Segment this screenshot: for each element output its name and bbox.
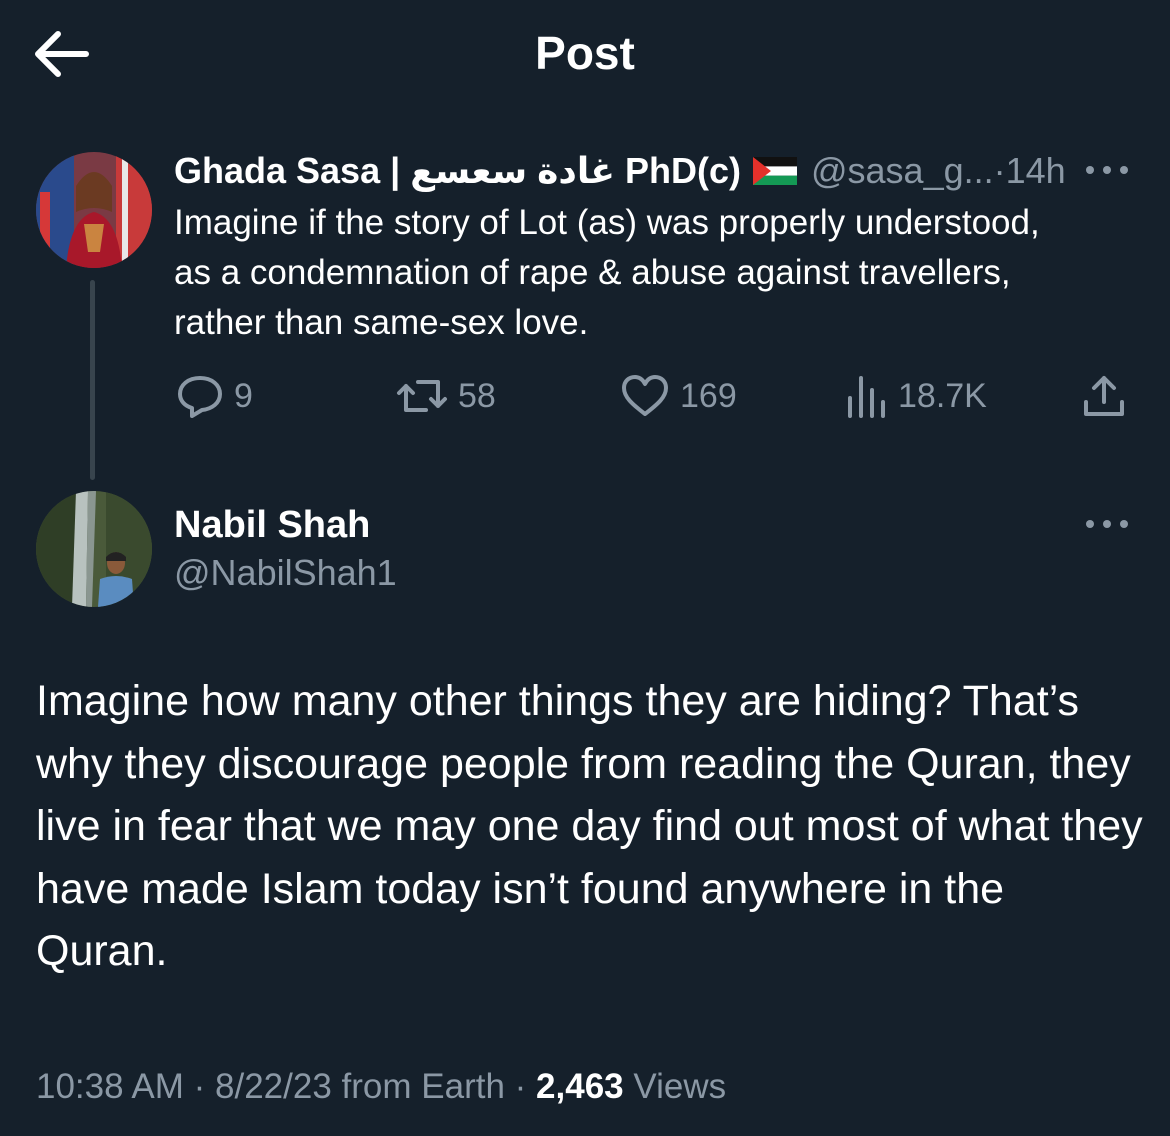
more-button[interactable] bbox=[1084, 512, 1130, 536]
views-icon bbox=[848, 376, 885, 418]
action-bar: 9 58 169 18.7K bbox=[0, 366, 1170, 426]
share-icon bbox=[1084, 376, 1124, 416]
quoted-author-row: Ghada Sasa | غادة سعسع PhD(c) @sasa_g...·… bbox=[174, 148, 1066, 194]
like-count: 169 bbox=[680, 376, 737, 415]
share-button[interactable] bbox=[1080, 366, 1128, 426]
quoted-handle[interactable]: @sasa_g... bbox=[811, 150, 994, 191]
separator-dot: · bbox=[993, 150, 1006, 191]
repost-icon bbox=[397, 380, 447, 412]
author-name[interactable]: Nabil Shah bbox=[174, 502, 370, 548]
views-count[interactable]: 2,463 bbox=[536, 1067, 624, 1106]
palestine-flag-icon bbox=[752, 150, 797, 196]
separator-dot: · bbox=[193, 1067, 206, 1106]
reply-button[interactable]: 9 bbox=[176, 366, 253, 426]
views-button[interactable]: 18.7K bbox=[844, 366, 987, 426]
quoted-post-text: Imagine if the story of Lot (as) was pro… bbox=[174, 203, 1040, 342]
like-icon bbox=[622, 375, 668, 416]
avatar[interactable] bbox=[36, 152, 152, 268]
separator-dot: · bbox=[514, 1067, 527, 1106]
views-count: 18.7K bbox=[898, 376, 987, 415]
reply-icon bbox=[178, 376, 222, 418]
post-time[interactable]: 10:38 AM bbox=[36, 1067, 184, 1106]
views-label: Views bbox=[633, 1067, 727, 1106]
avatar[interactable] bbox=[36, 491, 152, 607]
post-date[interactable]: 8/22/23 bbox=[215, 1067, 332, 1106]
more-icon bbox=[1086, 166, 1094, 174]
repost-count: 58 bbox=[458, 376, 496, 415]
post-metadata: 10:38 AM · 8/22/23 from Earth · 2,463 Vi… bbox=[36, 1064, 726, 1110]
post-source: from Earth bbox=[341, 1067, 505, 1106]
quoted-author-name[interactable]: Ghada Sasa | غادة سعسع PhD(c) bbox=[174, 150, 741, 191]
post-text: Imagine how many other things they are h… bbox=[36, 677, 1143, 975]
page-title: Post bbox=[535, 27, 635, 79]
repost-button[interactable]: 58 bbox=[396, 366, 496, 426]
more-icon bbox=[1086, 520, 1094, 528]
like-button[interactable]: 169 bbox=[620, 366, 737, 426]
reply-count: 9 bbox=[234, 376, 253, 415]
author-handle[interactable]: @NabilShah1 bbox=[174, 550, 397, 596]
more-button[interactable] bbox=[1084, 158, 1130, 182]
top-bar: Post bbox=[0, 0, 1170, 110]
quoted-time[interactable]: 14h bbox=[1006, 150, 1066, 191]
